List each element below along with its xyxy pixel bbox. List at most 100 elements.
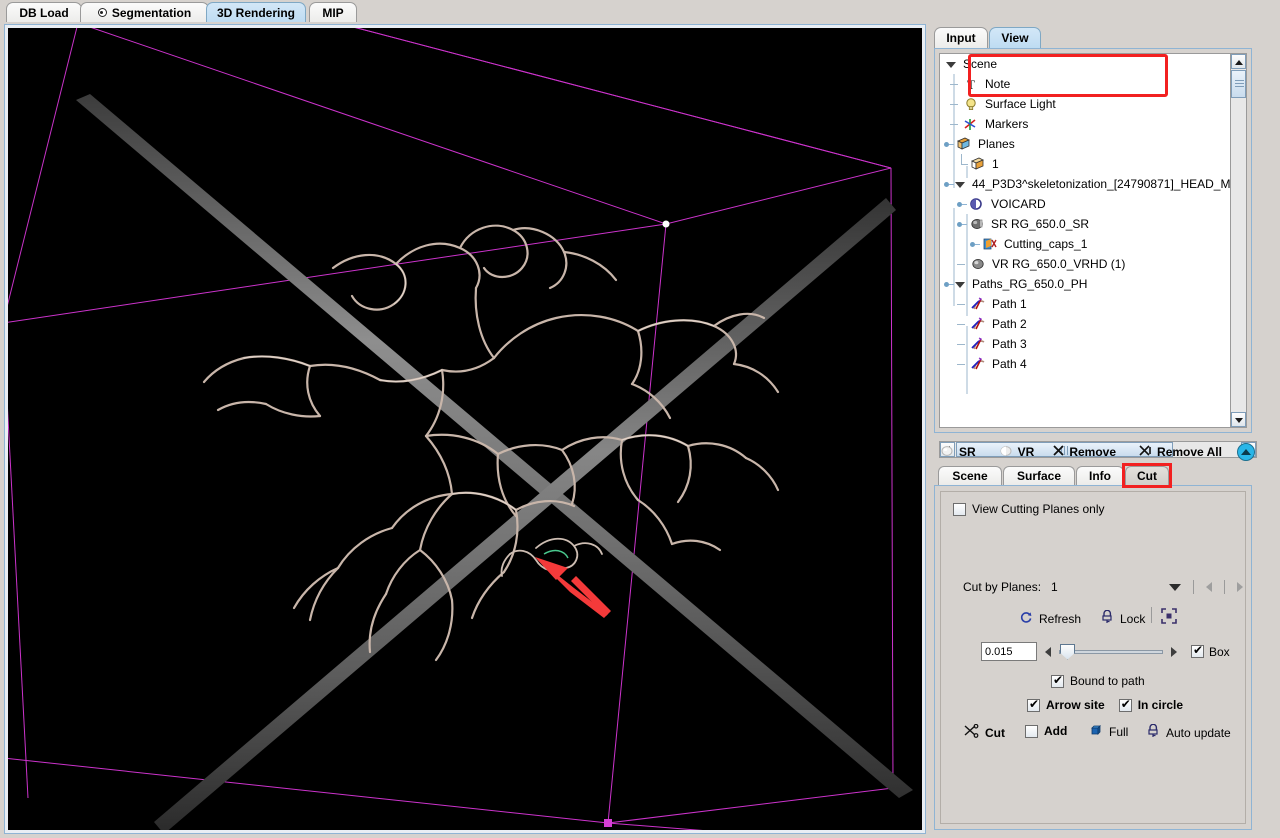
thickness-increase-button[interactable] bbox=[1171, 646, 1177, 657]
cut-label: Cut bbox=[985, 725, 1005, 740]
lock-button[interactable]: Lock bbox=[1101, 609, 1146, 627]
lock-label: Lock bbox=[1120, 611, 1146, 626]
cut-by-planes-control[interactable]: Cut by Planes: 1 bbox=[963, 580, 1243, 594]
collapse-panel-button[interactable] bbox=[1236, 443, 1255, 461]
expander-down-icon[interactable] bbox=[955, 279, 966, 290]
thickness-input[interactable]: 0.015 bbox=[981, 642, 1037, 661]
bound-to-path-label: Bound to path bbox=[1070, 674, 1145, 688]
checkbox-checked-icon[interactable] bbox=[1191, 643, 1204, 658]
planes-cube-icon bbox=[955, 136, 972, 152]
tab-info[interactable]: Info bbox=[1076, 466, 1124, 485]
box-checkbox[interactable]: Box bbox=[1191, 643, 1230, 659]
tree-item-surface-light[interactable]: Surface Light bbox=[940, 94, 1230, 114]
view-cutting-planes-only-checkbox[interactable]: View Cutting Planes only bbox=[953, 502, 1105, 516]
tab-scene[interactable]: Scene bbox=[938, 466, 1002, 485]
tree-item-cutting-caps[interactable]: Cutting_caps_1 bbox=[940, 234, 1230, 254]
full-label: Full bbox=[1109, 725, 1129, 739]
tree-branch-line bbox=[949, 119, 962, 130]
sr-button[interactable]: SR bbox=[934, 442, 981, 463]
tree-node-handle[interactable] bbox=[943, 179, 954, 190]
chevron-down-icon[interactable] bbox=[1169, 583, 1181, 591]
tab-input[interactable]: Input bbox=[934, 27, 988, 48]
previous-plane-button[interactable] bbox=[1206, 582, 1212, 592]
tab-view[interactable]: View bbox=[989, 27, 1041, 48]
full-button[interactable]: Full bbox=[1089, 724, 1128, 740]
checkbox-checked-icon[interactable] bbox=[1051, 673, 1064, 688]
right-dock-panel: Input View Scene T Note Surface Light Ma… bbox=[930, 26, 1278, 834]
tree-item-sr-surface[interactable]: SR RG_650.0_SR bbox=[940, 214, 1230, 234]
checkbox-box-icon[interactable] bbox=[953, 502, 966, 516]
tree-scroll-thumb[interactable] bbox=[1231, 70, 1246, 98]
next-plane-button[interactable] bbox=[1237, 582, 1243, 592]
thickness-decrease-button[interactable] bbox=[1045, 646, 1051, 657]
box-label: Box bbox=[1209, 644, 1230, 659]
path-icon bbox=[969, 296, 986, 312]
tree-item-study[interactable]: 44_P3D3^skeletonization_[24790871]_HEAD_… bbox=[940, 174, 1230, 194]
expander-down-icon[interactable] bbox=[955, 179, 966, 190]
tree-item-path-2[interactable]: Path 2 bbox=[940, 314, 1230, 334]
path-icon bbox=[969, 316, 986, 332]
annotation-arrow-icon bbox=[535, 557, 611, 618]
tab-surface[interactable]: Surface bbox=[1003, 466, 1075, 485]
scroll-down-button[interactable] bbox=[1231, 412, 1246, 427]
surface-render-icon bbox=[968, 216, 985, 232]
tab-cut-label: Cut bbox=[1137, 469, 1157, 483]
application-window: DB Load Segmentation 3D Rendering MIP In… bbox=[0, 0, 1280, 838]
tree-item-voicard-label: VOICARD bbox=[991, 197, 1046, 211]
slider-knob[interactable] bbox=[1060, 643, 1075, 660]
checkbox-checked-icon[interactable] bbox=[1118, 697, 1132, 712]
axis-markers-icon bbox=[962, 116, 979, 132]
bound-to-path-checkbox[interactable]: Bound to path bbox=[1051, 673, 1145, 688]
tree-item-markers[interactable]: Markers bbox=[940, 114, 1230, 134]
tab-3d-rendering[interactable]: 3D Rendering bbox=[206, 2, 306, 22]
tree-item-paths-group[interactable]: Paths_RG_650.0_PH bbox=[940, 274, 1230, 294]
refresh-button[interactable]: Refresh bbox=[1019, 610, 1081, 627]
fit-to-extent-button[interactable] bbox=[1161, 608, 1177, 627]
vr-button[interactable]: VR bbox=[993, 442, 1040, 463]
auto-update-button[interactable]: Auto update bbox=[1147, 723, 1231, 741]
tab-db-load[interactable]: DB Load bbox=[6, 2, 82, 22]
tree-node-handle[interactable] bbox=[969, 239, 980, 250]
tree-item-plane-1[interactable]: 1 bbox=[940, 154, 1230, 174]
tab-segmentation[interactable]: Segmentation bbox=[80, 2, 209, 22]
3d-render-viewport[interactable] bbox=[8, 28, 922, 830]
tree-node-handle[interactable] bbox=[943, 279, 954, 290]
tree-item-note[interactable]: T Note bbox=[940, 74, 1230, 94]
scroll-up-button[interactable] bbox=[1231, 54, 1246, 69]
tree-item-vr-volume-label: VR RG_650.0_VRHD (1) bbox=[992, 257, 1126, 271]
cut-button[interactable]: Cut bbox=[963, 723, 1005, 741]
tree-vertical-scrollbar[interactable] bbox=[1230, 54, 1246, 427]
cutting-caps-icon bbox=[981, 236, 998, 252]
tab-mip[interactable]: MIP bbox=[309, 2, 357, 22]
tree-item-planes[interactable]: Planes bbox=[940, 134, 1230, 154]
refresh-icon bbox=[1019, 610, 1033, 627]
tree-item-vr-volume[interactable]: VR RG_650.0_VRHD (1) bbox=[940, 254, 1230, 274]
expander-down-icon[interactable] bbox=[946, 59, 957, 70]
scene-tree-frame: Scene T Note Surface Light Markers Plane… bbox=[934, 48, 1257, 458]
remove-all-button[interactable]: Remove All bbox=[1133, 442, 1227, 462]
arrow-site-checkbox[interactable]: Arrow site In circle bbox=[1027, 697, 1183, 712]
checkbox-box-icon[interactable] bbox=[1025, 724, 1038, 738]
path-icon bbox=[969, 356, 986, 372]
properties-tab-bar: Scene Surface Info Cut bbox=[934, 463, 1252, 488]
thickness-slider[interactable] bbox=[1059, 643, 1163, 661]
tree-node-handle[interactable] bbox=[956, 219, 967, 230]
tree-node-handle[interactable] bbox=[956, 199, 967, 210]
checkbox-checked-icon[interactable] bbox=[1027, 697, 1040, 712]
tree-item-path-4[interactable]: Path 4 bbox=[940, 354, 1230, 374]
add-checkbox[interactable]: Add bbox=[1025, 724, 1067, 738]
tree-item-path-1[interactable]: Path 1 bbox=[940, 294, 1230, 314]
tree-item-scene[interactable]: Scene bbox=[940, 54, 1230, 74]
tree-item-path-4-label: Path 4 bbox=[992, 357, 1027, 371]
remove-button[interactable]: Remove bbox=[1047, 442, 1121, 462]
tree-node-handle[interactable] bbox=[943, 139, 954, 150]
text-note-icon: T bbox=[962, 76, 979, 92]
path-icon bbox=[969, 336, 986, 352]
volume-render-icon bbox=[998, 444, 1014, 461]
tree-item-voicard[interactable]: VOICARD bbox=[940, 194, 1230, 214]
tree-branch-line bbox=[956, 259, 969, 270]
tab-cut[interactable]: Cut bbox=[1125, 466, 1169, 485]
tree-item-path-3[interactable]: Path 3 bbox=[940, 334, 1230, 354]
scene-tree[interactable]: Scene T Note Surface Light Markers Plane… bbox=[939, 53, 1247, 428]
dock-tab-bar: Input View bbox=[934, 26, 1278, 48]
